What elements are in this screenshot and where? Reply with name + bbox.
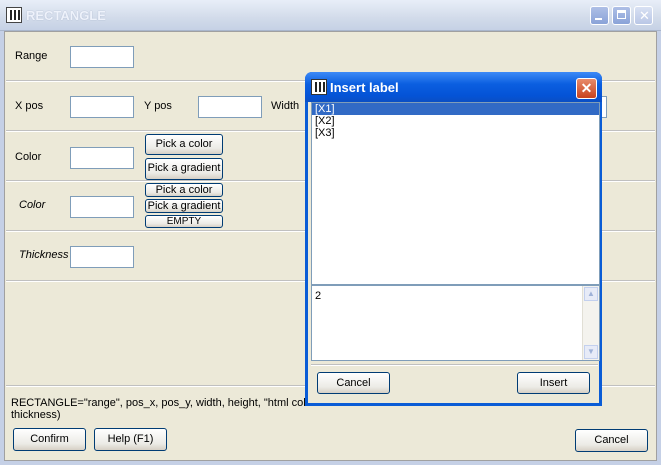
dialog-title-bar: Insert label ✕ — [305, 72, 602, 102]
divider — [311, 364, 598, 366]
list-item[interactable]: [X2] — [312, 115, 599, 127]
range-label: Range — [15, 50, 48, 62]
color2-input[interactable] — [70, 196, 134, 218]
scroll-up-icon[interactable]: ▲ — [584, 287, 598, 301]
dialog-cancel-button[interactable]: Cancel — [317, 372, 390, 394]
xpos-input[interactable] — [70, 96, 134, 118]
dialog-title: Insert label — [330, 80, 399, 95]
range-input[interactable] — [70, 46, 134, 68]
list-item[interactable]: [X1] — [312, 103, 599, 115]
width-label: Width — [271, 100, 300, 112]
help-button[interactable]: Help (F1) — [94, 428, 167, 451]
list-item[interactable]: [X3] — [312, 127, 599, 139]
insert-label-dialog: Insert label ✕ [X1] [X2] [X3] 2 ▲ ▼ Cancel… — [305, 72, 602, 406]
ypos-input[interactable] — [198, 96, 262, 118]
app-icon — [311, 79, 327, 95]
text-value: 2 — [315, 290, 322, 302]
cancel-button[interactable]: Cancel — [575, 429, 648, 452]
pick-color2-button[interactable]: Pick a color — [145, 183, 223, 197]
scroll-down-icon[interactable]: ▼ — [584, 345, 598, 359]
app-icon — [6, 7, 22, 23]
thickness-label: Thickness — [19, 249, 69, 261]
pick-gradient-button[interactable]: Pick a gradient — [145, 158, 223, 180]
dialog-body: [X1] [X2] [X3] 2 ▲ ▼ Cancel Insert — [308, 102, 600, 403]
thickness-input[interactable] — [70, 246, 134, 268]
label-text-area[interactable]: 2 ▲ ▼ — [311, 285, 600, 361]
ypos-label: Y pos — [144, 100, 172, 112]
window-title: RECTANGLE — [26, 8, 106, 23]
insert-button[interactable]: Insert — [517, 372, 590, 394]
close-icon[interactable]: ✕ — [634, 6, 653, 25]
title-bar: RECTANGLE ✕ — [0, 0, 661, 31]
vertical-scrollbar[interactable]: ▲ ▼ — [582, 286, 599, 360]
xpos-label: X pos — [15, 100, 44, 112]
confirm-button[interactable]: Confirm — [13, 428, 86, 451]
color-input[interactable] — [70, 147, 134, 169]
formula-line: thickness) — [11, 409, 61, 421]
close-icon[interactable]: ✕ — [576, 78, 597, 99]
color2-label: Color — [19, 199, 46, 211]
empty-button[interactable]: EMPTY — [145, 215, 223, 228]
pick-color-button[interactable]: Pick a color — [145, 134, 223, 155]
color-label: Color — [15, 151, 42, 163]
maximize-icon[interactable] — [612, 6, 631, 25]
label-list[interactable]: [X1] [X2] [X3] — [311, 102, 600, 285]
pick-gradient2-button[interactable]: Pick a gradient — [145, 199, 223, 213]
minimize-icon[interactable] — [590, 6, 609, 25]
